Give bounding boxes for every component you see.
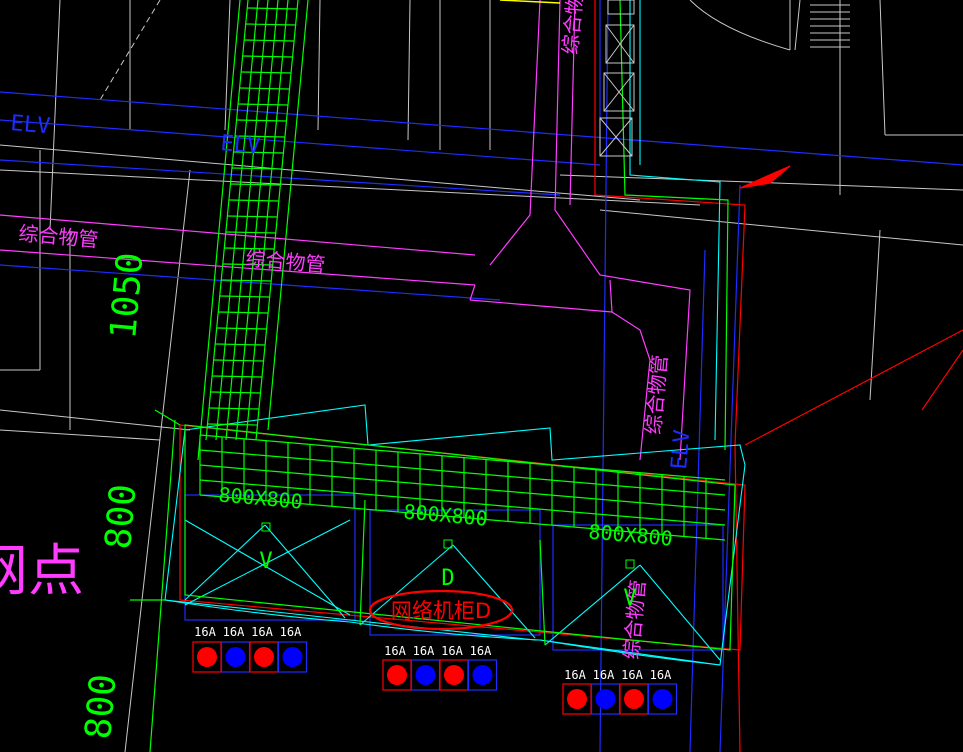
tray-rung xyxy=(219,295,270,298)
cad-drawing-canvas[interactable]: ELV ELV ELV 综合物管 综合物管 综合物管 综合物管 综合物管 105… xyxy=(0,0,963,752)
pipe-label-mid: 综合物管 xyxy=(245,246,327,277)
window-boxes xyxy=(599,0,635,157)
tray-rung xyxy=(225,231,276,234)
tray-rung xyxy=(209,407,260,410)
socket-icon[interactable] xyxy=(387,665,407,685)
tray-rung xyxy=(238,103,289,106)
network-cabinet[interactable]: 800X800 V 16A 16A 16A 16A xyxy=(562,519,678,715)
tray-rung xyxy=(218,311,269,314)
cabinet-letter-label: D xyxy=(441,566,454,591)
pipe-label-vertical-mid: 综合物管 xyxy=(641,354,672,436)
network-point-label: 网点 xyxy=(0,539,84,604)
socket-icon[interactable] xyxy=(472,665,493,685)
dimension-800-lower: 800 xyxy=(78,672,125,740)
socket-rating-label: 16A xyxy=(384,644,406,658)
cabinet-letter-label: V xyxy=(623,586,636,611)
socket-rating-label: 16A xyxy=(223,625,245,639)
tray-rung xyxy=(247,7,298,10)
tray-edge xyxy=(267,0,309,431)
tray-rung xyxy=(213,359,264,362)
tray-rung xyxy=(239,87,290,90)
tray-rung xyxy=(227,215,278,218)
elv-label-left: ELV xyxy=(9,111,51,139)
tray-rung xyxy=(210,391,261,394)
socket-rating-label: 16A xyxy=(650,668,672,682)
tray-rung xyxy=(245,23,296,26)
socket-rating-label: 16A xyxy=(564,668,586,682)
cabinet-size-label: 800X800 xyxy=(588,519,674,550)
yellow-line xyxy=(499,0,561,4)
dimension-800-upper: 800 xyxy=(98,482,145,550)
socket-rating-label: 16A xyxy=(441,644,463,658)
tray-rung xyxy=(242,55,293,58)
integrated-pipe-lines xyxy=(0,0,691,461)
tray-rung xyxy=(228,199,279,202)
socket-rating-label: 16A xyxy=(280,625,302,639)
tray-rung xyxy=(215,343,266,346)
socket-icon[interactable] xyxy=(444,665,464,685)
cyan-lines xyxy=(164,0,746,666)
dimension-labels: 1050 800 800 xyxy=(78,251,151,741)
cabinet-letter-label: V xyxy=(259,549,272,574)
pipe-label-vertical-top: 综合物管 xyxy=(558,0,589,55)
elv-label-mid: ELV xyxy=(219,131,261,159)
tray-edge xyxy=(197,0,241,461)
socket-rating-label: 16A xyxy=(621,668,643,682)
tray-rail xyxy=(199,434,726,481)
tray-rung xyxy=(212,375,263,378)
dimension-1050: 1050 xyxy=(103,251,151,341)
socket-icon[interactable] xyxy=(225,647,246,667)
cabinet-size-label: 800X800 xyxy=(218,482,304,513)
socket-icon[interactable] xyxy=(624,689,644,709)
tray-rung xyxy=(236,119,287,122)
socket-icon[interactable] xyxy=(197,647,217,667)
socket-icon[interactable] xyxy=(415,665,436,685)
tray-rung xyxy=(244,39,295,42)
socket-icon[interactable] xyxy=(254,647,274,667)
socket-icon[interactable] xyxy=(595,689,616,709)
cabinet-junction xyxy=(625,559,635,569)
socket-rating-label: 16A xyxy=(593,668,615,682)
tray-rung xyxy=(216,327,267,330)
tray-rung xyxy=(207,423,258,426)
pipe-label-left: 综合物管 xyxy=(18,221,100,252)
socket-rating-label: 16A xyxy=(194,625,216,639)
elv-label-right: ELV xyxy=(667,429,695,471)
tray-rung xyxy=(241,71,292,74)
architecture-lines xyxy=(0,0,963,752)
socket-icon[interactable] xyxy=(652,689,673,709)
socket-rating-label: 16A xyxy=(470,644,492,658)
tray-rung xyxy=(230,183,281,186)
socket-rating-label: 16A xyxy=(413,644,435,658)
socket-icon[interactable] xyxy=(282,647,303,667)
socket-rating-label: 16A xyxy=(251,625,273,639)
elv-conduit-lines xyxy=(0,0,963,752)
cabinet-d-label: 网络机柜D xyxy=(391,599,491,623)
socket-icon[interactable] xyxy=(567,689,587,709)
